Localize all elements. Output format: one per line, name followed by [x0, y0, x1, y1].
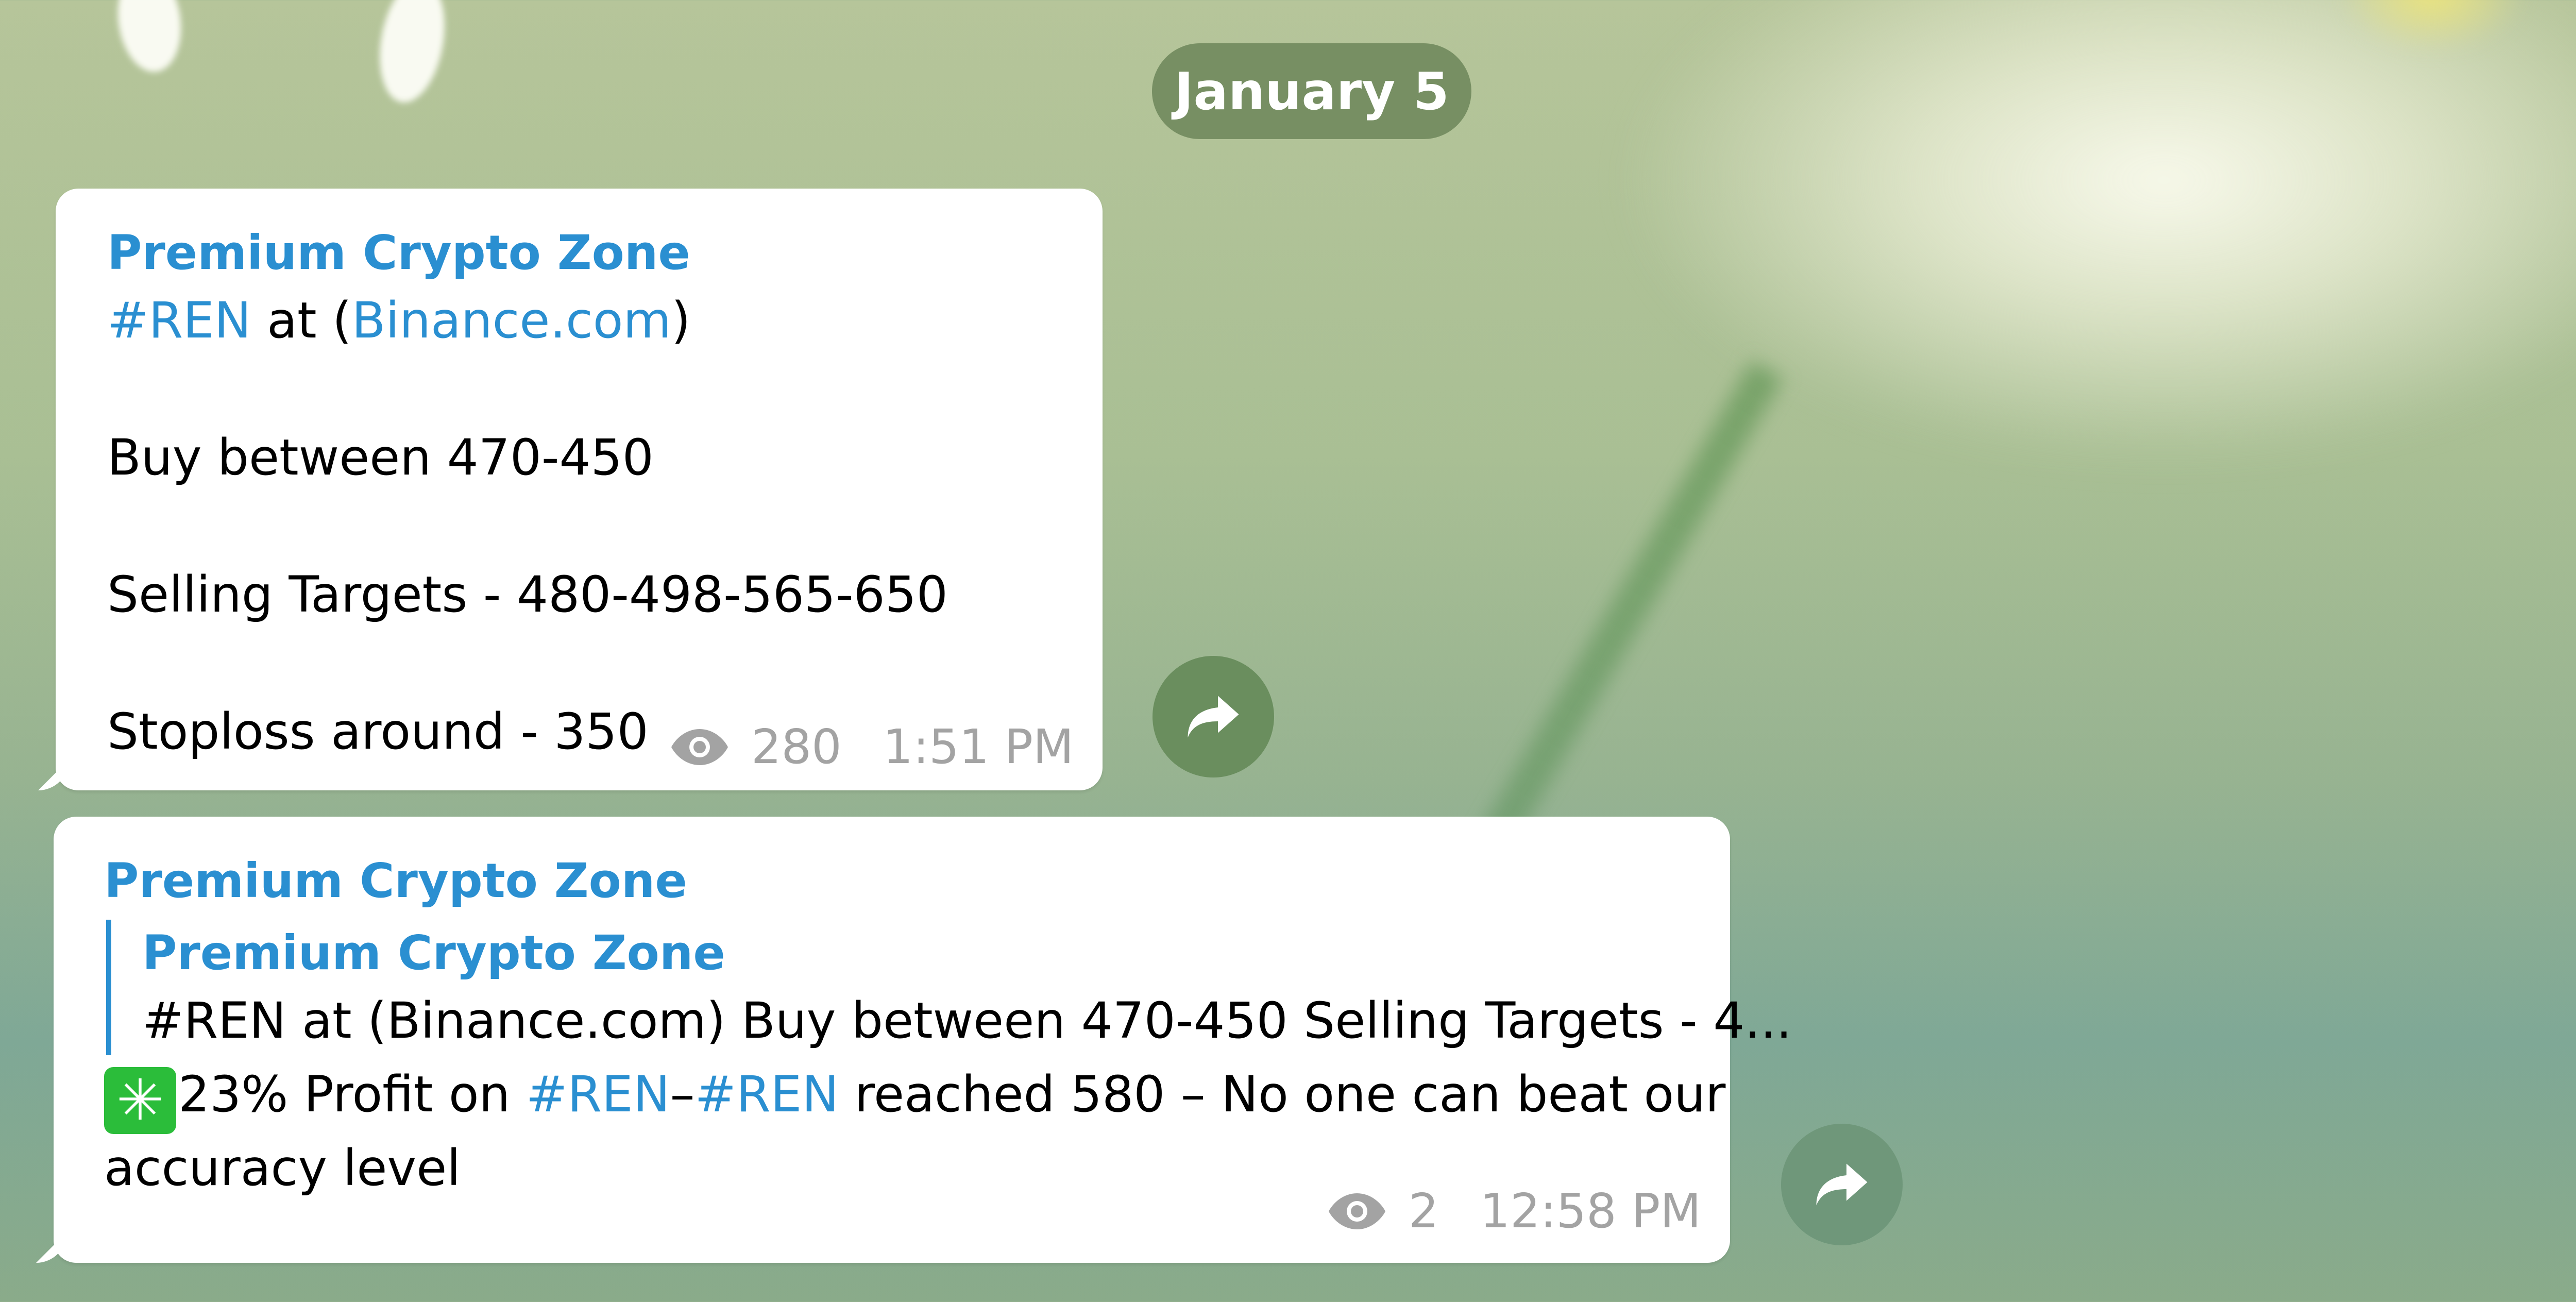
message-text-line: Selling Targets - 480-498-565-650	[107, 566, 948, 623]
share-button[interactable]	[1781, 1124, 1903, 1245]
message-text-line: ✳ 23% Profit on #REN–#REN reached 580 – N…	[104, 1060, 1730, 1134]
sparkle-emoji-icon: ✳	[104, 1067, 176, 1134]
message-text: )	[671, 292, 691, 349]
message-meta: 2 12:58 PM	[1326, 1183, 1701, 1239]
background-flower-center	[2339, 0, 2524, 52]
message-text: at (	[251, 292, 352, 349]
url-link[interactable]: Binance.com	[352, 292, 671, 349]
message-sender[interactable]: Premium Crypto Zone	[107, 219, 1103, 286]
reply-preview[interactable]: Premium Crypto Zone #REN at (Binance.com…	[106, 920, 1792, 1055]
message-text: –	[670, 1066, 695, 1123]
hashtag-link[interactable]: #REN	[526, 1066, 670, 1123]
reply-preview-text: #REN at (Binance.com) Buy between 470-45…	[142, 992, 1792, 1050]
message-bubble[interactable]: Premium Crypto Zone Premium Crypto Zone …	[54, 817, 1792, 1263]
message-time: 12:58 PM	[1480, 1183, 1701, 1239]
background-petal	[111, 0, 188, 76]
message-bubble[interactable]: Premium Crypto Zone #REN at (Binance.com…	[56, 189, 1103, 790]
hashtag-link[interactable]: #REN	[107, 292, 251, 349]
share-button[interactable]	[1153, 656, 1274, 777]
share-arrow-icon	[1188, 696, 1239, 738]
message-time: 1:51 PM	[883, 719, 1074, 774]
eye-icon	[1329, 1193, 1385, 1229]
reply-sender: Premium Crypto Zone	[142, 925, 725, 980]
background-flower	[1623, 0, 2576, 464]
background-petal	[371, 0, 453, 108]
share-arrow-icon	[1816, 1163, 1868, 1206]
message-meta: 280 1:51 PM	[669, 719, 1074, 774]
message-sender[interactable]: Premium Crypto Zone	[104, 848, 1730, 915]
message-text-line: #REN at (Binance.com)	[107, 286, 1103, 355]
message-text-line: Buy between 470-450	[107, 429, 654, 486]
date-separator: January 5	[1152, 43, 1471, 139]
eye-icon	[671, 729, 728, 765]
hashtag-link[interactable]: #REN	[695, 1066, 839, 1123]
message-text: 23% Profit on	[178, 1066, 526, 1123]
message-text: reached 580 – No one can beat our	[839, 1066, 1726, 1123]
view-count: 2	[1409, 1183, 1439, 1239]
view-count: 280	[751, 719, 842, 774]
